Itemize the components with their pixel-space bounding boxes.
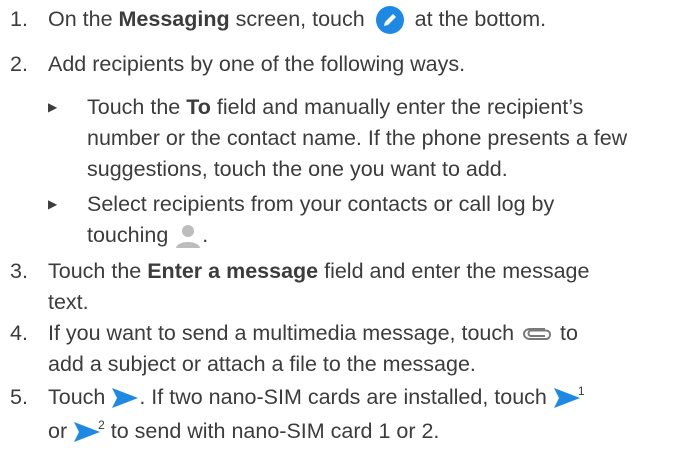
bullet-text-line: number or the contact name. If the phone… (87, 126, 628, 150)
bullet-text-part: . (202, 223, 209, 247)
step-text: If you want to send a multimedia message… (48, 318, 680, 380)
step-number: 3. (10, 259, 28, 283)
step-number: 5. (10, 385, 28, 409)
step-text: Touch the Enter a message field and ente… (48, 256, 680, 318)
bullet-text: Select recipients from your contacts or … (87, 189, 678, 251)
compose-icon (375, 6, 404, 35)
bullet-arrow-icon: ▶ (48, 197, 58, 211)
step-number: 2. (10, 52, 28, 76)
send-sim1-icon (553, 388, 580, 409)
step-text: Touch . If two nano-SIM cards are instal… (48, 382, 680, 450)
step-text: On the Messaging screen, touch at the bo… (48, 4, 680, 35)
step-text-part: On the (48, 7, 119, 31)
field-name: Enter a message (147, 259, 319, 283)
step-number: 4. (10, 321, 28, 345)
step-text-line: text. (48, 290, 89, 314)
send-icon (112, 388, 139, 409)
bullet-text-part: touching (87, 223, 175, 247)
send-sim2-icon (74, 422, 101, 443)
bullet-text-line: suggestions, touch the one you want to a… (87, 157, 508, 181)
attach-icon (523, 328, 552, 341)
step-text-part: to (554, 321, 578, 345)
step-text-part: screen, touch (229, 7, 371, 31)
bullet-text-part: Touch the (87, 95, 187, 119)
step-text-part: Touch (48, 385, 112, 409)
step-text-part: Touch the (48, 259, 148, 283)
step-text-part: or (48, 419, 74, 443)
step-text-part: . If two nano-SIM cards are installed, t… (139, 385, 553, 409)
sim-1-label: 1 (577, 384, 585, 398)
sim-2-label: 2 (98, 418, 105, 432)
step-text-part: at the bottom. (408, 7, 547, 31)
field-name: To (186, 95, 211, 119)
bullet-text-part: field and manually enter the recipient’s (210, 95, 584, 119)
step-text-part: to send with nano-SIM card 1 or 2. (104, 419, 440, 443)
step-number: 1. (10, 7, 28, 31)
screen-name: Messaging (118, 7, 230, 31)
step-text-part: field and enter the message (318, 259, 590, 283)
bullet-arrow-icon: ▶ (48, 100, 58, 114)
step-text: Add recipients by one of the following w… (48, 52, 466, 76)
bullet-text: Touch the To field and manually enter th… (87, 92, 678, 185)
contact-icon (176, 225, 201, 249)
bullet-text-line: Select recipients from your contacts or … (87, 192, 555, 216)
step-text-line: add a subject or attach a file to the me… (48, 352, 476, 376)
step-text-part: If you want to send a multimedia message… (48, 321, 521, 345)
